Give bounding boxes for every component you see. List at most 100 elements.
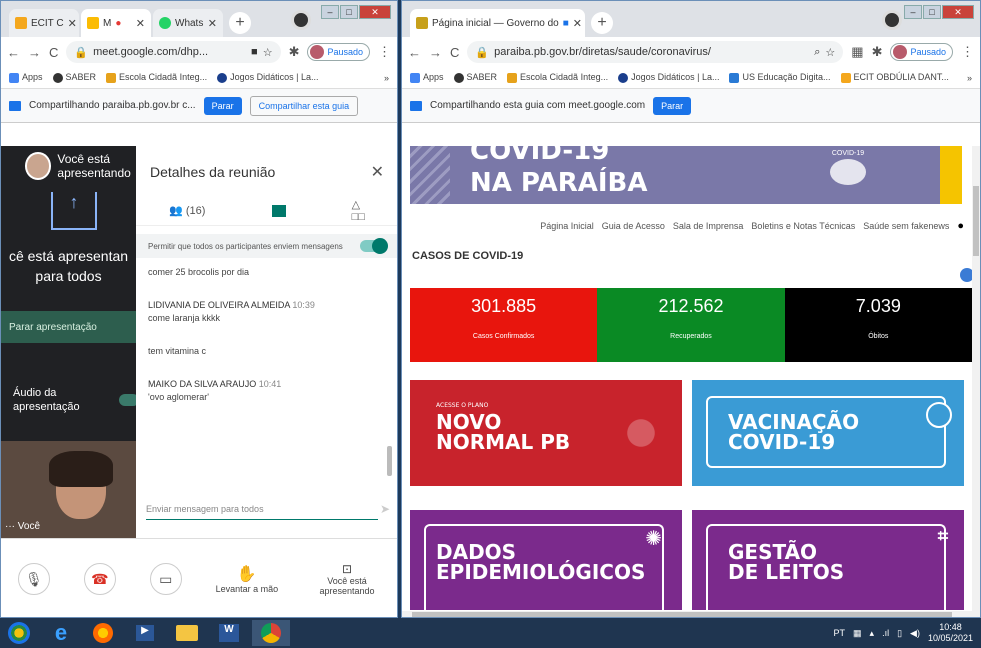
taskbar-ie[interactable]: e: [42, 620, 80, 646]
reload-icon[interactable]: C: [450, 45, 459, 60]
omnibox[interactable]: 🔒 paraiba.pb.gov.br/diretas/saude/corona…: [467, 41, 844, 63]
maximize-button[interactable]: □: [340, 5, 358, 19]
card-dados[interactable]: DADOS EPIDEMIOLÓGICOS ✺: [410, 510, 682, 610]
back-icon[interactable]: ←: [408, 45, 421, 60]
chat-message: MAIKO DA SILVA ARAUJO 10:41 'ovo aglomer…: [148, 378, 386, 404]
camera-icon[interactable]: ■: [251, 46, 258, 58]
nav-boletins[interactable]: Boletins e Notas Técnicas: [751, 221, 855, 231]
apps-grid-icon: [410, 72, 420, 83]
bookmark-jogos[interactable]: Jogos Didáticos | La...: [217, 72, 318, 83]
window-close-button[interactable]: ✕: [942, 5, 974, 19]
taskbar-firefox[interactable]: [84, 620, 122, 646]
card-gestao-leitos[interactable]: GESTÃO DE LEITOS ⌗: [692, 510, 964, 610]
presenting-button[interactable]: ⊡ Você está apresentando: [312, 562, 382, 596]
new-tab-button[interactable]: +: [229, 12, 251, 34]
window-close-button[interactable]: ✕: [359, 5, 391, 19]
nav-guia-acesso[interactable]: Guia de Acesso: [602, 221, 665, 231]
language-indicator[interactable]: PT: [834, 628, 846, 638]
close-panel-icon[interactable]: ✕: [371, 162, 384, 182]
stop-sharing-button[interactable]: Parar: [203, 96, 242, 115]
search-icon[interactable]: ⌕: [814, 46, 820, 59]
bookmark-escola[interactable]: Escola Cidadã Integ...: [507, 72, 608, 83]
avatar: [310, 45, 325, 59]
raise-hand-button[interactable]: ✋ Levantar a mão: [216, 564, 279, 594]
nav-saude-sem-fakenews[interactable]: Saúde sem fakenews: [863, 221, 949, 231]
clock[interactable]: 10:48 10/05/2021: [928, 622, 973, 644]
tab-governo[interactable]: Página inicial — Governo do ■ ✕: [410, 9, 585, 37]
new-tab-button[interactable]: +: [591, 12, 613, 34]
profile-paused-button[interactable]: Pausado: [890, 43, 953, 61]
nav-sala-imprensa[interactable]: Sala de Imprensa: [673, 221, 744, 231]
nav-menu-icon[interactable]: ●: [957, 220, 964, 232]
minimize-button[interactable]: –: [904, 5, 922, 19]
microphone-button[interactable]: 🎙: [17, 563, 50, 595]
nav-pagina-inicial[interactable]: Página Inicial: [540, 221, 594, 231]
tray-arrow-icon[interactable]: ▴: [870, 628, 875, 639]
card-novo-normal[interactable]: ACESSE O PLANO NOVO NORMAL PB: [410, 380, 682, 486]
close-icon[interactable]: ✕: [573, 17, 582, 30]
taskbar-media[interactable]: ▶: [126, 620, 164, 646]
horizontal-scrollbar[interactable]: [402, 611, 972, 617]
menu-kebab-icon[interactable]: ⋮: [378, 44, 391, 60]
profile-paused-button[interactable]: Pausado: [307, 43, 370, 61]
share-this-tab-button[interactable]: Compartilhar esta guia: [249, 95, 359, 116]
battery-icon[interactable]: ▯: [897, 628, 902, 639]
taskbar-explorer[interactable]: [168, 620, 206, 646]
virus-icon: ✺: [645, 526, 662, 550]
close-icon[interactable]: ✕: [136, 17, 145, 30]
bookmark-saber[interactable]: SABER: [52, 72, 96, 83]
bookmark-apps[interactable]: Apps: [9, 72, 43, 83]
forward-icon[interactable]: →: [429, 45, 442, 60]
back-icon[interactable]: ←: [7, 45, 20, 60]
bookmark-saber[interactable]: SABER: [453, 72, 497, 83]
stop-sharing-button[interactable]: Parar: [653, 96, 692, 115]
close-icon[interactable]: ✕: [68, 17, 77, 30]
omnibox[interactable]: 🔒 meet.google.com/dhp... ■ ☆: [66, 41, 281, 63]
chat-input[interactable]: Enviar mensagem para todos: [146, 498, 378, 520]
bookmark-label: Escola Cidadã Integ...: [520, 72, 609, 83]
send-icon[interactable]: ➤: [380, 502, 390, 516]
forward-icon[interactable]: →: [28, 45, 41, 60]
star-icon[interactable]: ☆: [825, 46, 835, 59]
tab-ecit[interactable]: ECIT C ✕: [9, 9, 79, 37]
people-tab[interactable]: 👥 (16): [169, 204, 205, 217]
taskbar-chrome[interactable]: [252, 620, 290, 646]
banner-logo: COVID-19: [820, 150, 876, 187]
keyboard-icon[interactable]: ▦: [853, 628, 862, 639]
bookmark-jogos[interactable]: Jogos Didáticos | La...: [618, 72, 719, 83]
camera-button[interactable]: ▭: [149, 563, 182, 595]
message-text: tem vitamina c: [148, 346, 207, 356]
bookmark-ecit[interactable]: ECIT OBDÚLIA DANT...: [840, 72, 949, 83]
page-scrollbar-thumb[interactable]: [973, 186, 979, 256]
tab-meet[interactable]: M ● ✕: [81, 9, 151, 37]
stop-presenting-button[interactable]: Parar apresentação: [1, 311, 136, 343]
bookmarks-overflow-button[interactable]: »: [384, 73, 389, 83]
bookmark-apps[interactable]: Apps: [410, 72, 444, 83]
bookmark-us[interactable]: US Educação Digita...: [729, 72, 831, 83]
start-button[interactable]: [0, 620, 38, 646]
audio-toggle[interactable]: [119, 394, 136, 406]
close-icon[interactable]: ✕: [208, 17, 217, 30]
card-vacinacao[interactable]: VACINAÇÃO COVID-19: [692, 380, 964, 486]
extensions-icon[interactable]: ▦: [851, 44, 863, 60]
volume-icon[interactable]: ◀): [910, 628, 920, 639]
reload-icon[interactable]: C: [49, 45, 58, 60]
activities-icon[interactable]: △ □□: [352, 198, 365, 223]
chat-tab-icon[interactable]: [271, 204, 286, 217]
tab-whatsapp[interactable]: Whats ✕: [153, 9, 223, 37]
taskbar-word[interactable]: W: [210, 620, 248, 646]
bookmark-escola[interactable]: Escola Cidadã Integ...: [106, 72, 207, 83]
star-icon[interactable]: ☆: [263, 46, 273, 59]
maximize-button[interactable]: □: [923, 5, 941, 19]
minimize-button[interactable]: –: [321, 5, 339, 19]
allow-messages-toggle[interactable]: [360, 238, 388, 254]
chrome-icon: [261, 623, 281, 643]
chat-scrollbar[interactable]: [387, 446, 392, 476]
menu-kebab-icon[interactable]: ⋮: [961, 44, 974, 60]
meet-controls-bar: 🎙 ☎ ▭ ✋ Levantar a mão ⊡ Você está apres…: [1, 538, 397, 617]
extensions-icon[interactable]: ✱: [289, 44, 300, 60]
leave-call-button[interactable]: ☎: [83, 563, 116, 595]
bookmarks-overflow-button[interactable]: »: [967, 73, 972, 83]
page-scrollbar[interactable]: [972, 146, 980, 617]
puzzle-icon[interactable]: ✱: [872, 44, 883, 60]
